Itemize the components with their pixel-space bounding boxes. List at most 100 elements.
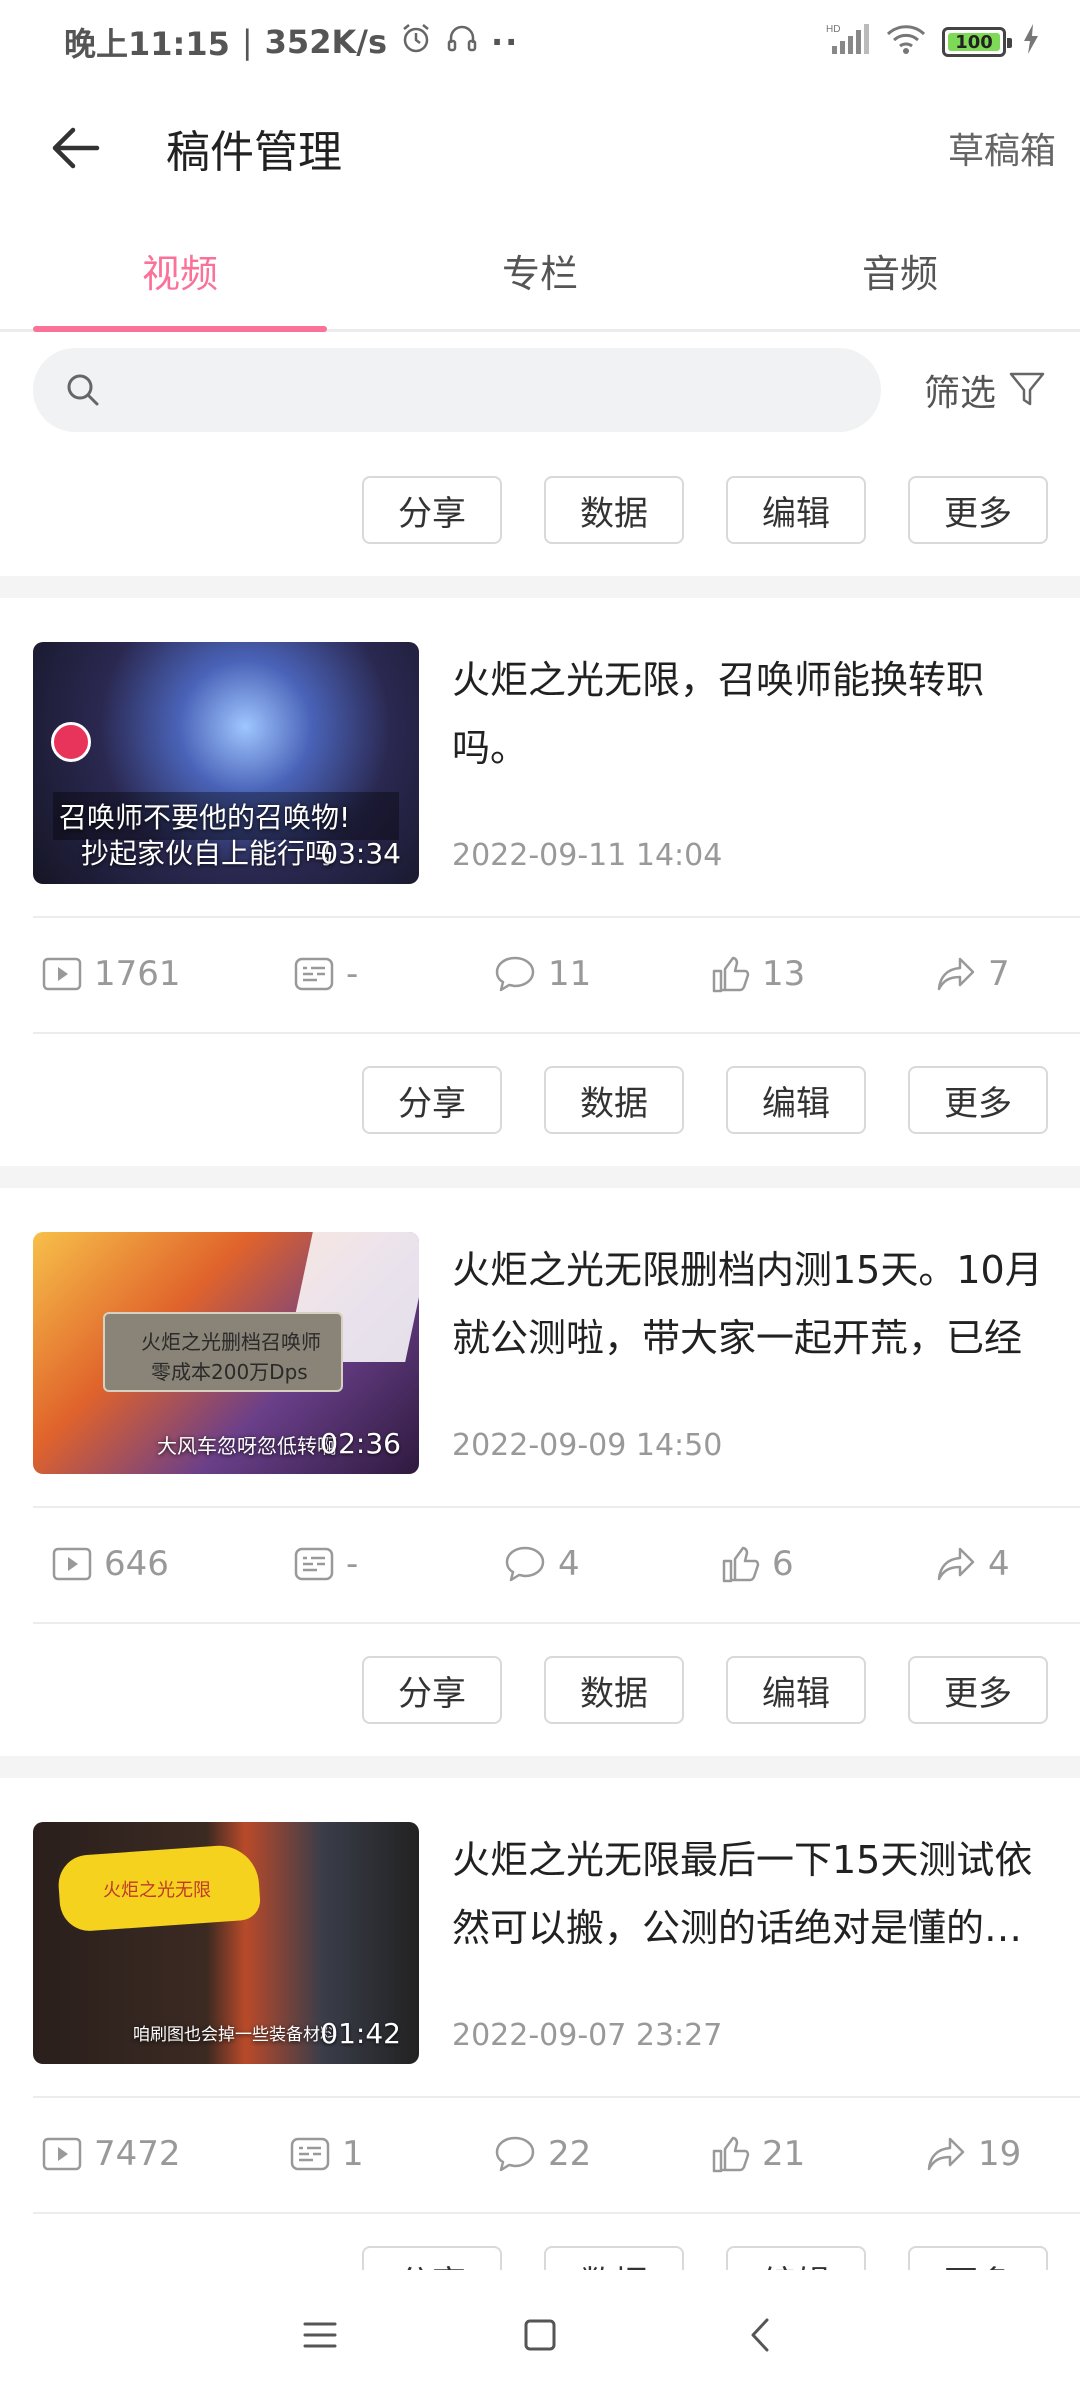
row-divider	[33, 1622, 1080, 1624]
svg-text:HD: HD	[826, 24, 840, 35]
more-button[interactable]: 更多	[908, 1656, 1048, 1724]
search-field[interactable]	[119, 360, 859, 420]
video-duration: 01:42	[320, 2017, 401, 2050]
views-count: 1761	[94, 954, 181, 994]
headphone-icon	[445, 21, 479, 63]
shares-count: 7	[988, 954, 1010, 994]
data-button[interactable]: 数据	[544, 1066, 684, 1134]
video-date: 2022-09-11 14:04	[452, 838, 723, 873]
comments-count: 11	[548, 954, 592, 994]
stat-likes: 21	[710, 2098, 805, 2210]
thumbs-up-icon	[712, 956, 750, 993]
charging-icon	[1022, 23, 1040, 61]
likes-count: 13	[762, 954, 806, 994]
page-title: 稿件管理	[166, 127, 342, 178]
back-button[interactable]	[36, 108, 116, 188]
views-count: 646	[104, 1544, 169, 1584]
video-thumbnail[interactable]: 火炬之光删档召唤师 零成本200万Dps 大风车忽呀忽低转啊 02:36	[33, 1232, 419, 1474]
share-button[interactable]: 分享	[362, 476, 502, 544]
stat-views: 1761	[42, 918, 181, 1030]
tab-video[interactable]: 视频	[0, 212, 360, 332]
comments-count: 22	[548, 2134, 592, 2174]
stat-likes: 6	[720, 1508, 794, 1620]
edit-button[interactable]: 编辑	[726, 476, 866, 544]
action-row: 分享 数据 编辑 更多	[0, 1066, 1080, 1136]
tab-column[interactable]: 专栏	[360, 212, 720, 329]
edit-button[interactable]: 编辑	[726, 1066, 866, 1134]
stat-comments: 11	[494, 918, 591, 1030]
wifi-icon	[886, 23, 926, 61]
danmaku-count: -	[346, 1544, 359, 1584]
share-button[interactable]: 分享	[362, 1066, 502, 1134]
stat-comments: 4	[504, 1508, 580, 1620]
section-divider	[0, 1166, 1080, 1188]
tab-bar: 视频 专栏 音频	[0, 212, 1080, 332]
thumbs-up-icon	[722, 1546, 760, 1583]
stats-row: 646 - 4 6 4	[0, 1508, 1080, 1620]
status-bar: 晚上11:15 | 352K/s ·· HD 100	[0, 0, 1080, 84]
danmaku-icon	[290, 2137, 330, 2171]
thumbnail-caption: 零成本200万Dps	[151, 1360, 308, 1384]
play-icon	[42, 2137, 82, 2171]
status-left: 晚上11:15 | 352K/s ··	[64, 19, 519, 65]
danmaku-count: 1	[342, 2134, 364, 2174]
app-header: 稿件管理 草稿箱	[0, 84, 1080, 212]
video-title[interactable]: 火炬之光无限删档内测15天。10月就公测啦，带大家一起开荒，已经	[452, 1236, 1052, 1372]
video-thumbnail[interactable]: 召唤师不要他的召唤物! 抄起家伙自上能行吗 03:34	[33, 642, 419, 884]
thumbnail-caption: 火炬之光删档召唤师	[141, 1330, 321, 1354]
action-row-top: 分享 数据 编辑 更多	[0, 476, 1080, 546]
share-button[interactable]: 分享	[362, 1656, 502, 1724]
views-count: 7472	[94, 2134, 181, 2174]
video-date: 2022-09-09 14:50	[452, 1428, 723, 1463]
home-nav-button[interactable]	[510, 2305, 570, 2365]
section-divider	[0, 1756, 1080, 1778]
share-icon	[937, 1547, 975, 1581]
data-button[interactable]: 数据	[544, 476, 684, 544]
share-icon	[927, 2137, 965, 2171]
stat-views: 7472	[42, 2098, 181, 2210]
record-icon	[51, 722, 91, 762]
likes-count: 6	[772, 1544, 794, 1584]
status-right: HD 100	[826, 22, 1040, 62]
row-divider	[33, 2212, 1080, 2214]
stat-views: 646	[52, 1508, 169, 1620]
video-duration: 02:36	[320, 1427, 401, 1460]
filter-icon	[1009, 372, 1045, 406]
filter-button[interactable]: 筛选	[924, 364, 1046, 416]
share-icon	[937, 957, 975, 991]
back-nav-button[interactable]	[730, 2305, 790, 2365]
status-divider: |	[241, 23, 253, 61]
danmaku-count: -	[346, 954, 359, 994]
row-divider	[33, 1032, 1080, 1034]
play-icon	[52, 1547, 92, 1581]
section-divider	[0, 576, 1080, 598]
home-square-icon	[524, 2319, 556, 2351]
status-time: 晚上11:15	[64, 25, 230, 63]
status-speed: 352K/s	[264, 23, 387, 61]
stat-comments: 22	[494, 2098, 591, 2210]
arrow-left-icon	[52, 127, 100, 169]
stat-danmaku: 1	[290, 2098, 364, 2210]
tab-audio[interactable]: 音频	[720, 212, 1080, 329]
more-button[interactable]: 更多	[908, 476, 1048, 544]
thumbnail-caption: 火炬之光无限	[103, 1880, 211, 1901]
stat-likes: 13	[710, 918, 805, 1030]
data-button[interactable]: 数据	[544, 1656, 684, 1724]
stats-row: 7472 1 22 21 19	[0, 2098, 1080, 2210]
danmaku-icon	[294, 957, 334, 991]
video-title[interactable]: 火炬之光无限最后一下15天测试依然可以搬，公测的话绝对是懂的都懂	[452, 1826, 1052, 1962]
action-row: 分享 数据 编辑 更多	[0, 1656, 1080, 1726]
more-status-icon: ··	[490, 23, 520, 61]
drafts-button[interactable]: 草稿箱	[948, 122, 1056, 174]
stats-row: 1761 - 11 13 7	[0, 918, 1080, 1030]
comment-icon	[495, 956, 535, 992]
menu-nav-button[interactable]	[290, 2305, 350, 2365]
video-thumbnail[interactable]: 火炬之光无限 咱刷图也会掉一些装备材料 01:42	[33, 1822, 419, 2064]
thumbs-up-icon	[712, 2136, 750, 2173]
more-button[interactable]: 更多	[908, 1066, 1048, 1134]
search-input[interactable]	[33, 348, 881, 432]
danmaku-icon	[294, 1547, 334, 1581]
video-title[interactable]: 火炬之光无限，召唤师能换转职吗。	[452, 646, 1052, 782]
menu-icon	[303, 2322, 337, 2348]
edit-button[interactable]: 编辑	[726, 1656, 866, 1724]
